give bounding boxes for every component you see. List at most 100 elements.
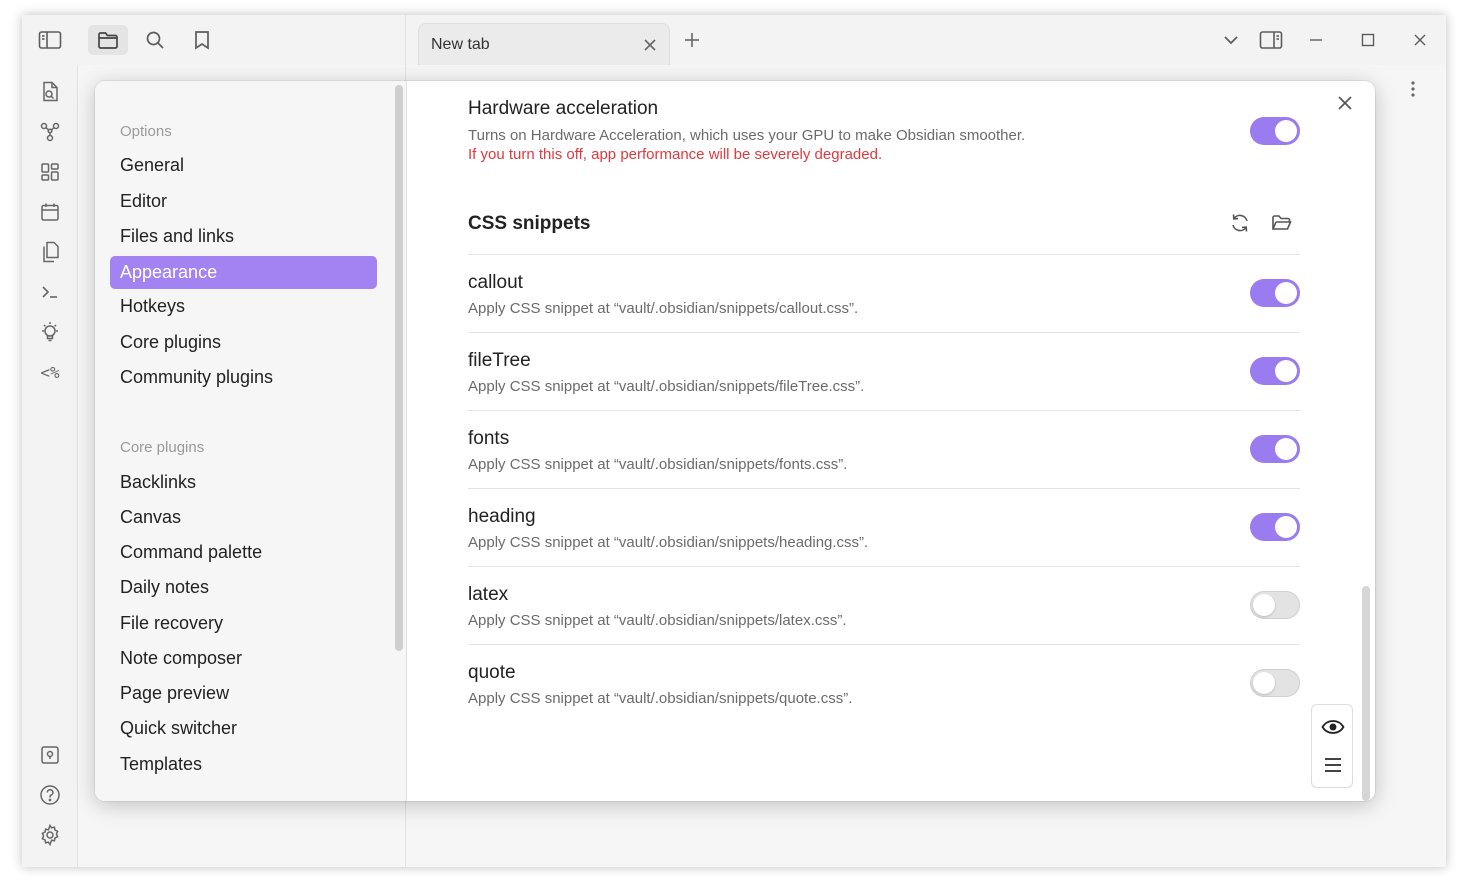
graph-icon: [40, 122, 60, 142]
nav-item-appearance[interactable]: Appearance: [110, 256, 377, 289]
search-button[interactable]: [135, 25, 175, 55]
nav-item-editor[interactable]: Editor: [110, 185, 377, 218]
open-vault-button[interactable]: [36, 741, 64, 769]
outline-button[interactable]: [1320, 752, 1346, 778]
nav-item-command-palette[interactable]: Command palette: [110, 536, 377, 569]
close-settings-button[interactable]: [1335, 93, 1355, 113]
ribbon: <%: [22, 65, 78, 867]
close-icon: [1414, 34, 1426, 46]
help-icon: [40, 785, 60, 805]
create-canvas-button[interactable]: [36, 158, 64, 186]
nav-heading-options: Options: [120, 123, 172, 140]
file-search-icon: [43, 81, 58, 102]
more-options-button[interactable]: [1401, 77, 1425, 101]
bookmark-icon: [195, 31, 209, 50]
terminal-icon: [42, 286, 57, 298]
vault-icon: [41, 746, 59, 764]
open-graph-view-button[interactable]: [36, 118, 64, 146]
open-quick-switcher-button[interactable]: [36, 78, 64, 106]
minimize-icon: [1310, 39, 1322, 41]
toggle-knob: [1275, 282, 1297, 304]
snippet-desc: Apply CSS snippet at “vault/.obsidian/sn…: [468, 612, 847, 629]
sidebar-icon: [38, 31, 62, 49]
snippet-name: fileTree: [468, 350, 531, 371]
toggle-right-sidebar-button[interactable]: [1258, 27, 1284, 53]
tab-new-tab[interactable]: New tab: [418, 23, 670, 65]
plus-icon: [685, 33, 699, 47]
snippet-desc: Apply CSS snippet at “vault/.obsidian/sn…: [468, 690, 853, 707]
layout-dashboard-icon: [41, 163, 59, 181]
css-snippets-heading: CSS snippets: [468, 213, 591, 234]
nav-item-note-composer[interactable]: Note composer: [110, 642, 377, 675]
reload-snippets-button[interactable]: [1227, 210, 1253, 236]
daily-notes-button[interactable]: [36, 198, 64, 226]
maximize-button[interactable]: [1355, 27, 1381, 53]
templater-icon[interactable]: <%: [36, 358, 64, 386]
nav-item-page-preview[interactable]: Page preview: [110, 677, 377, 710]
snippet-row-latex: latex Apply CSS snippet at “vault/.obsid…: [468, 567, 1300, 645]
toggle-knob: [1275, 516, 1297, 538]
settings-sidebar: Options General Editor Files and links A…: [95, 81, 407, 801]
hardware-acceleration-toggle[interactable]: [1250, 117, 1300, 145]
close-icon: [1338, 96, 1352, 110]
reading-view-button[interactable]: [1320, 714, 1346, 740]
setting-warning-hardware-acceleration: If you turn this off, app performance wi…: [468, 146, 883, 163]
nav-item-core-plugins[interactable]: Core plugins: [110, 326, 377, 359]
toggle-knob: [1275, 438, 1297, 460]
sidebar-toolbar: [22, 15, 406, 65]
ideas-button[interactable]: [36, 318, 64, 346]
new-tab-button[interactable]: [679, 27, 705, 53]
snippet-name: heading: [468, 506, 536, 527]
calendar-icon: [41, 203, 59, 221]
nav-item-daily-notes[interactable]: Daily notes: [110, 571, 377, 604]
nav-item-general[interactable]: General: [110, 149, 377, 182]
snippet-desc: Apply CSS snippet at “vault/.obsidian/sn…: [468, 534, 869, 551]
nav-item-community-plugins[interactable]: Community plugins: [110, 361, 377, 394]
snippet-desc: Apply CSS snippet at “vault/.obsidian/sn…: [468, 300, 859, 317]
snippet-row-callout: callout Apply CSS snippet at “vault/.obs…: [468, 255, 1300, 333]
snippet-row-quote: quote Apply CSS snippet at “vault/.obsid…: [468, 645, 1300, 723]
snippet-toggle-callout[interactable]: [1250, 279, 1300, 307]
close-icon: [644, 39, 656, 51]
nav-item-backlinks[interactable]: Backlinks: [110, 466, 377, 499]
toggle-sidebar-button[interactable]: [30, 25, 70, 55]
snippet-toggle-filetree[interactable]: [1250, 357, 1300, 385]
file-explorer-button[interactable]: [88, 25, 128, 55]
nav-item-templates[interactable]: Templates: [110, 748, 377, 781]
toggle-knob: [1275, 120, 1297, 142]
snippet-toggle-quote[interactable]: [1250, 669, 1300, 697]
gear-icon: [41, 824, 59, 846]
snippet-toggle-heading[interactable]: [1250, 513, 1300, 541]
snippet-toggle-fonts[interactable]: [1250, 435, 1300, 463]
lightbulb-icon: [42, 322, 58, 342]
snippet-toggle-latex[interactable]: [1250, 591, 1300, 619]
files-icon: [43, 241, 59, 263]
settings-modal: Options General Editor Files and links A…: [95, 81, 1375, 801]
folder-open-icon: [1271, 215, 1292, 230]
nav-item-file-recovery[interactable]: File recovery: [110, 607, 377, 640]
tab-title: New tab: [431, 36, 490, 53]
nav-item-hotkeys[interactable]: Hotkeys: [110, 290, 377, 323]
nav-item-canvas[interactable]: Canvas: [110, 501, 377, 534]
minimize-button[interactable]: [1303, 27, 1329, 53]
close-tab-button[interactable]: [641, 36, 659, 54]
right-sidebar-icon: [1259, 31, 1283, 49]
tab-list-button[interactable]: [1218, 27, 1244, 53]
templates-button[interactable]: [36, 238, 64, 266]
content-scrollbar[interactable]: [1362, 586, 1370, 801]
folder-icon: [98, 32, 118, 49]
settings-button[interactable]: [36, 821, 64, 849]
help-button[interactable]: [36, 781, 64, 809]
floating-view-controls: [1311, 704, 1353, 788]
nav-item-files-and-links[interactable]: Files and links: [110, 220, 377, 253]
sidebar-scrollbar[interactable]: [395, 85, 403, 651]
snippet-desc: Apply CSS snippet at “vault/.obsidian/sn…: [468, 378, 865, 395]
close-window-button[interactable]: [1407, 27, 1433, 53]
eye-icon: [1321, 720, 1345, 734]
open-snippets-folder-button[interactable]: [1269, 210, 1295, 236]
command-palette-button[interactable]: [36, 278, 64, 306]
maximize-icon: [1361, 33, 1375, 47]
bookmarks-button[interactable]: [182, 25, 222, 55]
snippet-row-filetree: fileTree Apply CSS snippet at “vault/.ob…: [468, 333, 1300, 411]
nav-item-quick-switcher[interactable]: Quick switcher: [110, 712, 377, 745]
